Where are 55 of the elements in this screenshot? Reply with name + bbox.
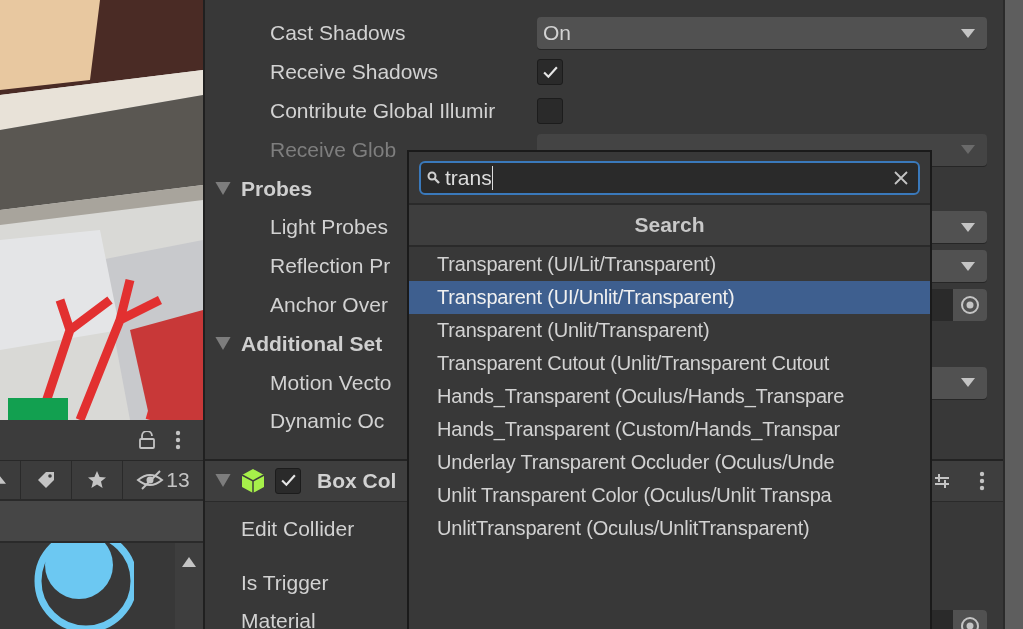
popup-item[interactable]: Transparent Cutout (Unlit/Transparent Cutout: [409, 347, 930, 380]
caret-icon: [961, 261, 975, 271]
scrollbar[interactable]: [1003, 0, 1023, 629]
target-icon[interactable]: [960, 615, 980, 629]
dropdown-field[interactable]: On: [537, 17, 987, 50]
triangle-icon[interactable]: [0, 475, 6, 485]
target-icon[interactable]: [960, 294, 980, 315]
checkbox[interactable]: [275, 467, 301, 494]
cube-icon: [241, 467, 265, 494]
property-label: Contribute Global Illumir: [270, 99, 496, 123]
kebab-menu-icon[interactable]: [175, 430, 181, 450]
popup-item[interactable]: UnlitTransparent (Oculus/UnlitTransparent): [409, 512, 930, 545]
popup-item[interactable]: Hands_Transparent (Oculus/Hands_Transpare: [409, 380, 930, 413]
hidden-count: 13: [166, 468, 190, 492]
property-label: Reflection Pr: [270, 254, 391, 279]
lock-icon[interactable]: [139, 431, 155, 449]
popup-item[interactable]: Unlit Transparent Color (Oculus/Unlit Transpa: [409, 479, 930, 512]
close-icon[interactable]: [894, 171, 908, 185]
popup-item[interactable]: Underlay Transparent Occluder (Oculus/Unde: [409, 446, 930, 479]
property-label: Dynamic Oc: [270, 409, 385, 434]
property-label: Receive Glob: [270, 137, 397, 162]
search-icon: [427, 171, 441, 185]
tag-icon[interactable]: [36, 470, 56, 490]
kebab-menu-icon[interactable]: [979, 470, 985, 491]
property-label: Is Trigger: [241, 570, 329, 595]
section-title[interactable]: Probes: [241, 176, 313, 201]
section-title[interactable]: Additional Set: [241, 331, 383, 356]
scrollbar[interactable]: [175, 543, 203, 629]
popup-item[interactable]: Transparent (UI/Lit/Transparent): [409, 248, 930, 281]
caret-icon: [961, 145, 975, 155]
property-label: Light Probes: [270, 215, 388, 240]
popup-header: Search: [409, 203, 930, 247]
eye-slash-icon[interactable]: [136, 470, 165, 490]
presets-icon[interactable]: [935, 472, 949, 489]
popup-item[interactable]: Hands_Transparent (Custom/Hands_Transpar: [409, 413, 930, 446]
property-label: Anchor Over: [270, 292, 388, 317]
property-label: Cast Shadows: [270, 21, 406, 46]
property-label: Material: [241, 609, 316, 629]
popup-item[interactable]: Transparent (Unlit/Transparent): [409, 314, 930, 347]
checkbox[interactable]: [537, 59, 563, 86]
checkbox[interactable]: [537, 98, 563, 124]
property-label: Motion Vecto: [270, 370, 392, 395]
search-field[interactable]: trans: [419, 161, 920, 195]
foldout-arrow-icon[interactable]: [215, 337, 231, 351]
caret-icon: [961, 222, 975, 232]
popup-item[interactable]: Transparent (UI/Unlit/Transparent): [409, 281, 930, 314]
caret-icon: [961, 378, 975, 388]
caret-icon: [961, 28, 975, 38]
foldout-arrow-icon[interactable]: [215, 474, 231, 488]
foldout-arrow-icon[interactable]: [215, 182, 231, 196]
property-label: Edit Collider: [241, 516, 355, 541]
scroll-up-icon[interactable]: [182, 557, 196, 567]
property-label: Receive Shadows: [270, 60, 439, 85]
star-icon[interactable]: [87, 470, 107, 490]
component-title: Box Col: [317, 468, 397, 493]
